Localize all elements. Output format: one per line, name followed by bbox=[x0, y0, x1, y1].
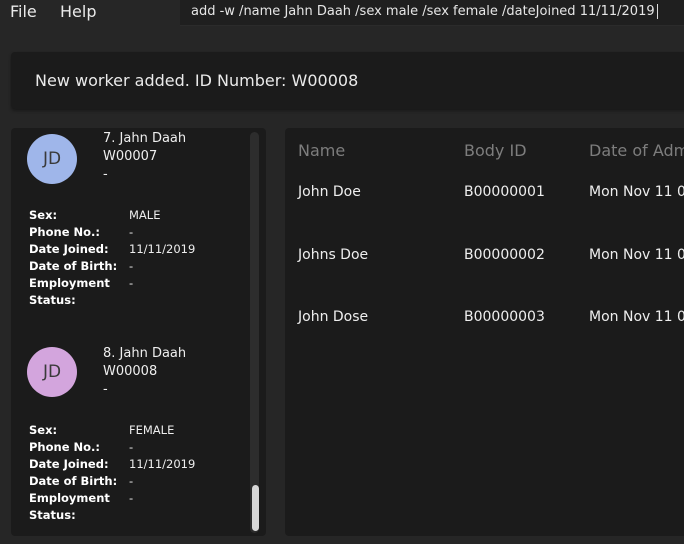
phone-value: - bbox=[129, 440, 134, 454]
cell-body-id: B00000001 bbox=[464, 184, 545, 200]
dob-value: - bbox=[129, 259, 134, 273]
menu-file[interactable]: File bbox=[10, 2, 37, 21]
employment-label: Employment bbox=[29, 276, 110, 290]
worker-name: 7. Jahn Daah bbox=[103, 131, 187, 146]
worker-name: 8. Jahn Daah bbox=[103, 346, 187, 361]
result-display: New worker added. ID Number: W00008 bbox=[11, 52, 684, 109]
phone-label: Phone No.: bbox=[29, 440, 100, 454]
scrollbar-track[interactable] bbox=[250, 132, 259, 533]
cell-body-id: B00000003 bbox=[464, 309, 545, 325]
column-header-name[interactable]: Name bbox=[298, 141, 345, 160]
dob-value: - bbox=[129, 474, 134, 488]
sex-label: Sex: bbox=[29, 423, 58, 437]
employment-value: - bbox=[129, 491, 134, 505]
result-message: New worker added. ID Number: W00008 bbox=[35, 71, 359, 90]
cell-name: John Doe bbox=[298, 184, 361, 200]
status-label: Status: bbox=[29, 293, 76, 307]
cell-date: Mon Nov 11 0 bbox=[589, 184, 684, 200]
menu-help[interactable]: Help bbox=[60, 2, 96, 21]
avatar: JD bbox=[27, 347, 77, 397]
cell-body-id: B00000002 bbox=[464, 247, 545, 263]
worker-extra: - bbox=[103, 167, 108, 182]
date-joined-label: Date Joined: bbox=[29, 457, 109, 471]
worker-id: W00008 bbox=[103, 364, 158, 379]
worker-extra: - bbox=[103, 382, 108, 397]
command-text: add -w /name Jahn Daah /sex male /sex fe… bbox=[191, 4, 655, 19]
status-label: Status: bbox=[29, 508, 76, 522]
cell-name: Johns Doe bbox=[298, 247, 369, 263]
worker-card[interactable]: JD 8. Jahn Daah W00008 - Sex: FEMALE Pho… bbox=[11, 343, 251, 536]
worker-id: W00007 bbox=[103, 149, 158, 164]
body-table-panel[interactable]: Name Body ID Date of Admission John Doe … bbox=[285, 128, 684, 536]
cell-date: Mon Nov 11 0 bbox=[589, 247, 684, 263]
date-joined-value: 11/11/2019 bbox=[129, 457, 196, 471]
phone-label: Phone No.: bbox=[29, 225, 100, 239]
column-header-date-admission[interactable]: Date of Admission bbox=[589, 141, 684, 160]
dob-label: Date of Birth: bbox=[29, 474, 118, 488]
cell-date: Mon Nov 11 0 bbox=[589, 309, 684, 325]
worker-list-panel[interactable]: JD 7. Jahn Daah W00007 - Sex: MALE Phone… bbox=[11, 128, 266, 536]
sex-label: Sex: bbox=[29, 208, 58, 222]
text-caret bbox=[656, 4, 658, 19]
cell-name: John Dose bbox=[298, 309, 369, 325]
employment-value: - bbox=[129, 276, 134, 290]
dob-label: Date of Birth: bbox=[29, 259, 118, 273]
scrollbar-thumb[interactable] bbox=[252, 485, 259, 531]
date-joined-label: Date Joined: bbox=[29, 242, 109, 256]
worker-card[interactable]: JD 7. Jahn Daah W00007 - Sex: MALE Phone… bbox=[11, 128, 251, 338]
sex-value: MALE bbox=[129, 208, 161, 222]
column-header-body-id[interactable]: Body ID bbox=[464, 141, 527, 160]
employment-label: Employment bbox=[29, 491, 110, 505]
date-joined-value: 11/11/2019 bbox=[129, 242, 196, 256]
avatar: JD bbox=[27, 134, 77, 184]
command-input[interactable]: add -w /name Jahn Daah /sex male /sex fe… bbox=[180, 0, 684, 26]
sex-value: FEMALE bbox=[129, 423, 175, 437]
phone-value: - bbox=[129, 225, 134, 239]
